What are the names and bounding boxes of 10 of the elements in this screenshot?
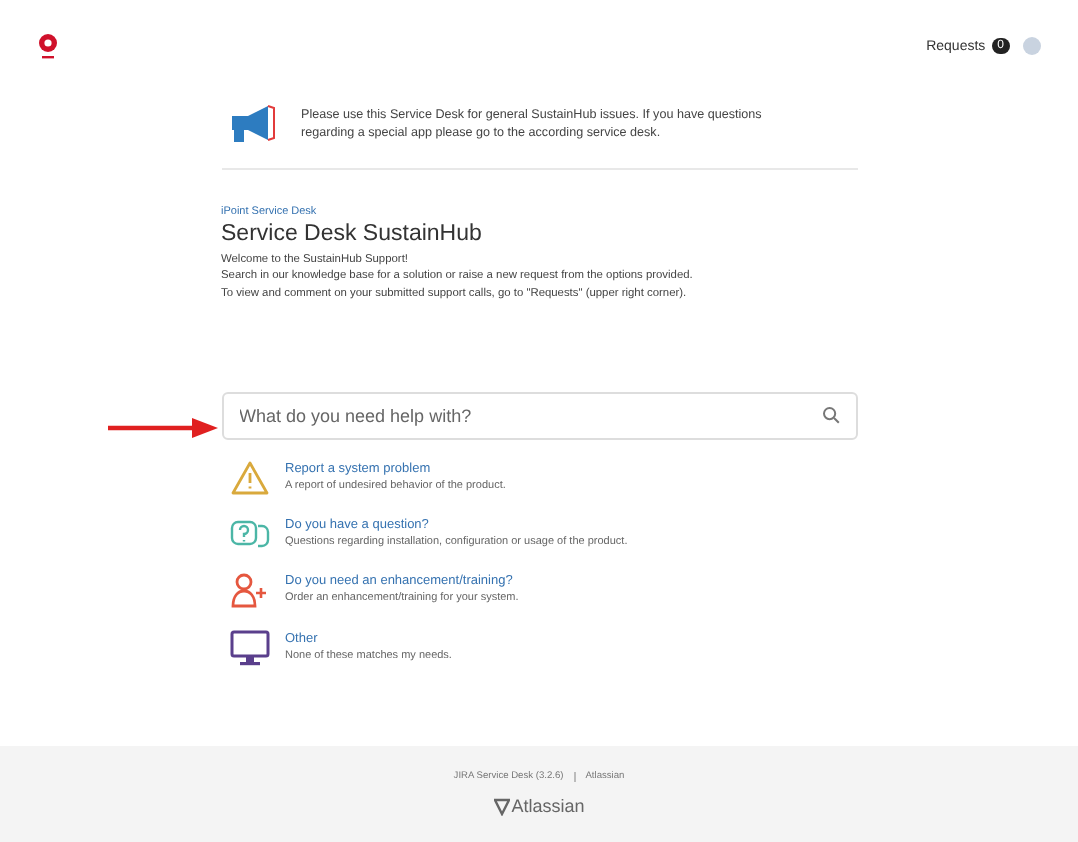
search-icon[interactable] <box>821 406 839 425</box>
atlassian-logo[interactable]: Atlassian <box>493 796 585 816</box>
speech-bubbles-icon <box>229 517 269 550</box>
annotation-arrow <box>108 416 220 440</box>
portal-title: Service Desk SustainHub <box>221 222 484 246</box>
warning-icon <box>229 459 269 496</box>
add-user-icon <box>229 571 269 608</box>
monitor-icon <box>229 629 269 666</box>
search-field[interactable]: What do you need help with? <box>221 391 857 440</box>
logo-icon[interactable] <box>36 32 60 60</box>
